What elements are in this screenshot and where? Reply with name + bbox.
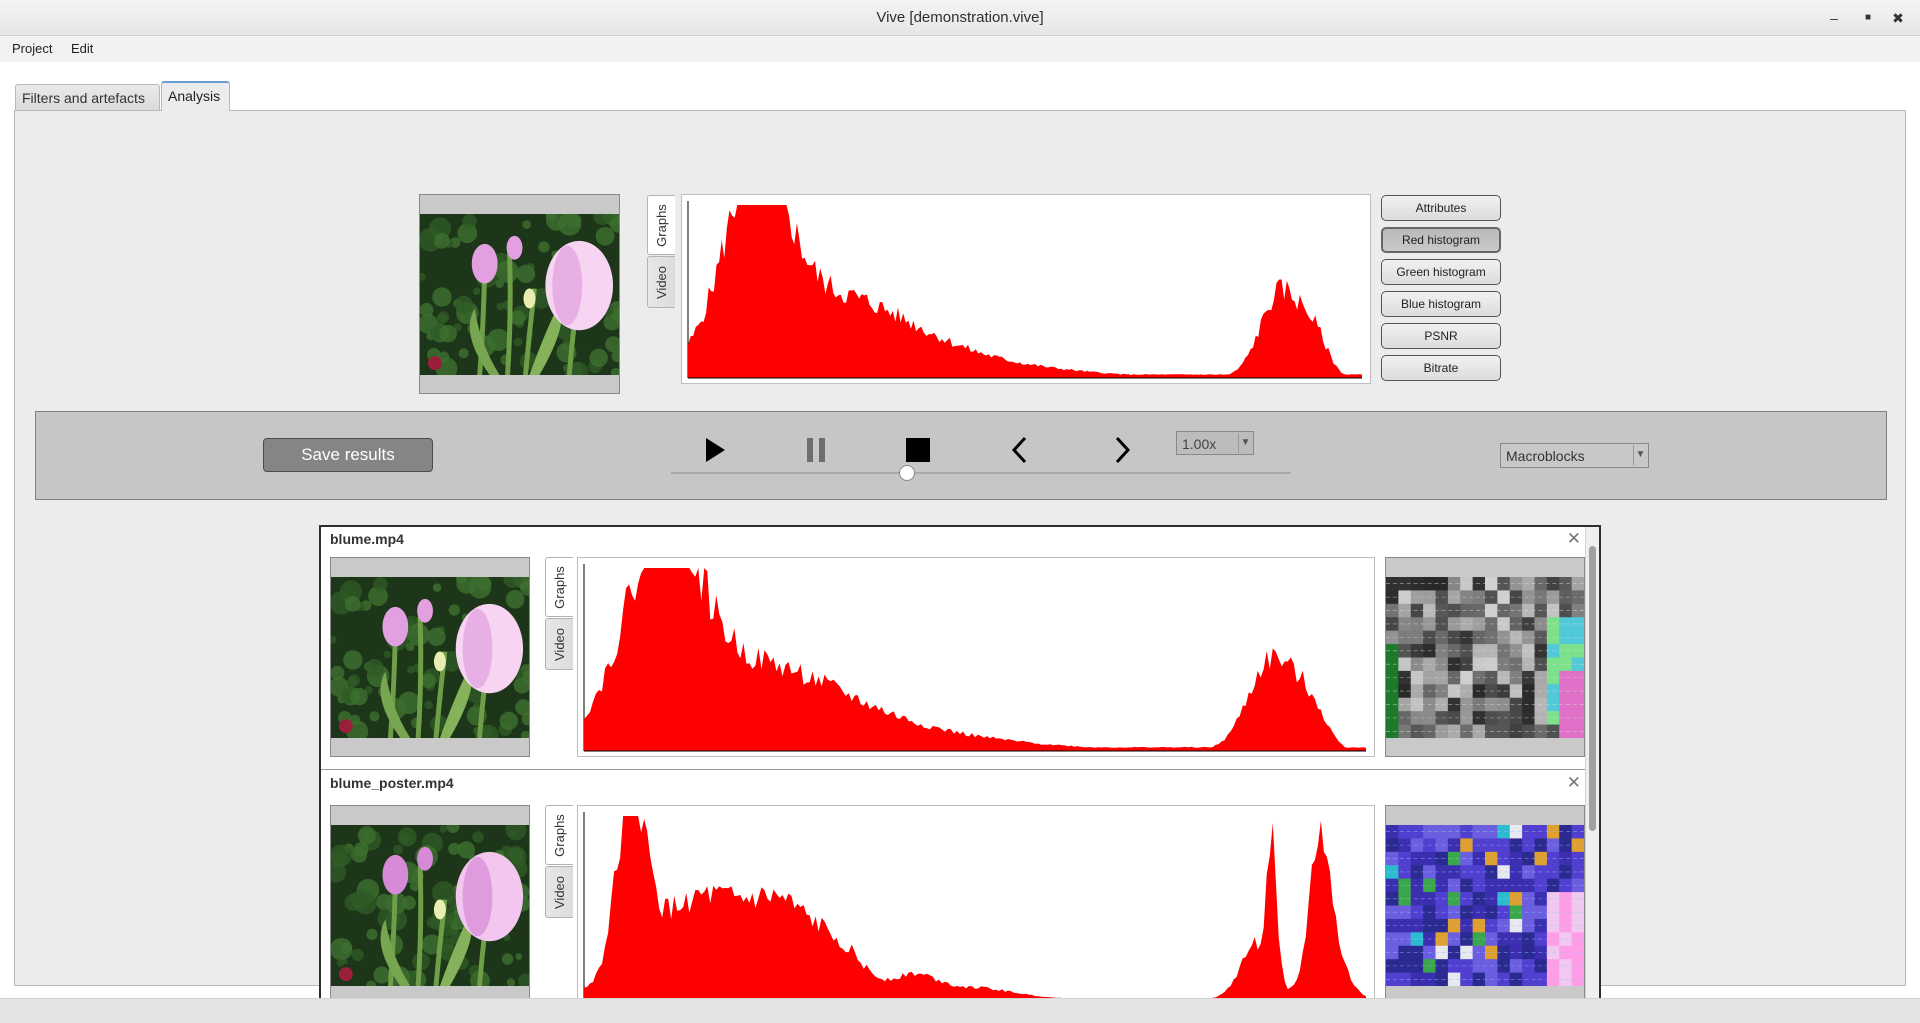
speed-value: 1.00x (1182, 436, 1217, 452)
next-frame-icon[interactable] (1102, 432, 1142, 468)
result-macroblock-view (1385, 557, 1585, 757)
preview-tab-graphs[interactable]: Graphs (647, 195, 675, 255)
result-histogram (577, 557, 1375, 757)
main-area: Filters and artefacts Analysis Graphs Vi… (0, 62, 1920, 1023)
menu-edit[interactable]: Edit (71, 41, 93, 56)
result-histogram (577, 805, 1375, 1005)
stop-icon[interactable] (898, 432, 938, 468)
status-bar (0, 998, 1920, 1023)
speed-select[interactable]: 1.00x ▼ (1176, 431, 1254, 455)
green-histogram-button[interactable]: Green histogram (1381, 259, 1501, 285)
window-title: Vive [demonstration.vive] (876, 9, 1044, 26)
bitrate-button[interactable]: Bitrate (1381, 355, 1501, 381)
title-bar: Vive [demonstration.vive] – ■ ✖ (0, 0, 1920, 36)
result-filename: blume_poster.mp4 (330, 775, 454, 791)
playback-controls: Save results 1.00x ▼ Macroblocks ▼ (35, 411, 1887, 500)
chevron-down-icon: ▼ (1633, 445, 1647, 465)
red-histogram-button[interactable]: Red histogram (1381, 227, 1501, 253)
histogram-area (584, 816, 1366, 999)
result-thumbnail (330, 805, 530, 1005)
position-slider[interactable] (671, 472, 1291, 474)
tab-analysis[interactable]: Analysis (161, 81, 230, 111)
pause-icon[interactable] (796, 432, 836, 468)
menu-bar: Project Edit (0, 36, 1920, 62)
attributes-button[interactable]: Attributes (1381, 195, 1501, 221)
results-list: blume.mp4 ✕ Graphs Video blume_poster.mp… (319, 525, 1601, 1023)
previous-frame-icon[interactable] (1000, 432, 1040, 468)
close-result-icon[interactable]: ✕ (1567, 773, 1581, 793)
result-tab-video[interactable]: Video (545, 618, 573, 670)
preview-histogram (681, 194, 1371, 384)
result-thumbnail (330, 557, 530, 757)
result-tab-video[interactable]: Video (545, 866, 573, 918)
psnr-button[interactable]: PSNR (1381, 323, 1501, 349)
results-scrollbar[interactable] (1585, 527, 1599, 1023)
overlay-mode-select[interactable]: Macroblocks ▼ (1500, 443, 1649, 468)
close-icon[interactable]: ✖ (1888, 8, 1908, 28)
chevron-down-icon: ▼ (1238, 433, 1252, 453)
result-tab-graphs[interactable]: Graphs (545, 557, 573, 617)
overlay-mode-value: Macroblocks (1506, 448, 1585, 464)
result-filename: blume.mp4 (330, 531, 404, 547)
position-slider-handle[interactable] (898, 465, 915, 481)
preview-tab-video[interactable]: Video (647, 256, 675, 308)
histogram-area (688, 205, 1362, 378)
result-item: blume.mp4 ✕ Graphs Video (321, 527, 1587, 770)
maximize-icon[interactable]: ■ (1858, 8, 1878, 28)
result-item: blume_poster.mp4 ✕ Graphs Video (321, 771, 1587, 1017)
save-results-button[interactable]: Save results (263, 438, 433, 472)
minimize-icon[interactable]: – (1824, 8, 1844, 28)
blue-histogram-button[interactable]: Blue histogram (1381, 291, 1501, 317)
menu-project[interactable]: Project (12, 41, 52, 56)
result-macroblock-view (1385, 805, 1585, 1005)
scrollbar-thumb[interactable] (1589, 546, 1596, 831)
tab-filters-and-artefacts[interactable]: Filters and artefacts (15, 84, 160, 110)
play-icon[interactable] (694, 432, 734, 468)
result-tab-graphs[interactable]: Graphs (545, 805, 573, 865)
source-thumbnail (419, 194, 620, 394)
close-result-icon[interactable]: ✕ (1567, 529, 1581, 549)
histogram-area (584, 568, 1366, 751)
